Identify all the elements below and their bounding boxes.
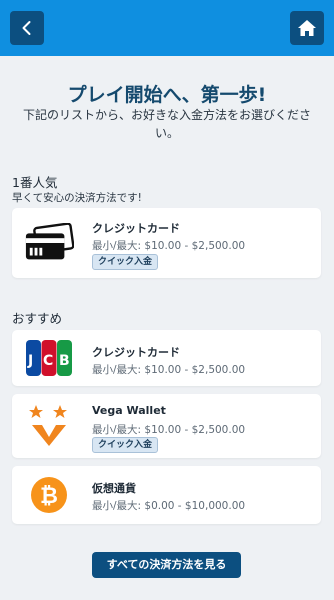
top-bar [0,0,334,56]
payment-method-name: 仮想通貨 [92,482,136,495]
home-button[interactable] [290,11,324,45]
svg-text:₿: ₿ [40,484,58,509]
section-recommended-label: おすすめ [12,311,63,326]
back-button[interactable] [10,11,44,45]
page-subtitle: 下記のリストから、お好きな入金方法をお選びください。 [22,108,311,140]
section-popular-label: 1番人気 [12,175,58,190]
payment-method-limit: 最小/最大: $10.00 - $2,500.00 [92,424,246,436]
payment-method-card-jcb[interactable]: J C B クレジットカード 最小/最大: $10.00 - $2,500.00 [12,330,321,386]
payment-method-limit: 最小/最大: $10.00 - $2,500.00 [92,364,246,376]
payment-method-name: クレジットカード [92,346,180,359]
payment-method-card-vega-wallet[interactable]: Vega Wallet 最小/最大: $10.00 - $2,500.00 クイ… [12,394,321,458]
view-all-payment-methods-button[interactable]: すべての決済方法を見る [92,552,241,578]
vega-wallet-icon [24,404,74,446]
bitcoin-icon: ₿ [24,474,74,516]
svg-text:J: J [27,353,33,369]
payment-method-name: クレジットカード [92,222,180,235]
page-title: プレイ開始へ、第一歩! [67,84,267,106]
quick-deposit-badge: クイック入金 [92,437,159,453]
payment-method-name: Vega Wallet [92,404,166,417]
payment-method-limit: 最小/最大: $0.00 - $10,000.00 [92,500,246,512]
home-icon [298,20,316,36]
svg-text:C: C [43,353,53,369]
chevron-left-icon [22,21,31,35]
quick-deposit-badge: クイック入金 [92,254,159,270]
payment-method-card-crypto[interactable]: ₿ 仮想通貨 最小/最大: $0.00 - $10,000.00 [12,466,321,524]
payment-method-limit: 最小/最大: $10.00 - $2,500.00 [92,240,246,252]
jcb-logo-icon: J C B [24,337,74,379]
section-popular-sublabel: 早くて安心の決済方法です! [12,192,142,204]
svg-text:B: B [59,353,70,369]
credit-card-icon [24,222,74,264]
payment-method-card-popular[interactable]: クレジットカード 最小/最大: $10.00 - $2,500.00 クイック入… [12,208,321,278]
